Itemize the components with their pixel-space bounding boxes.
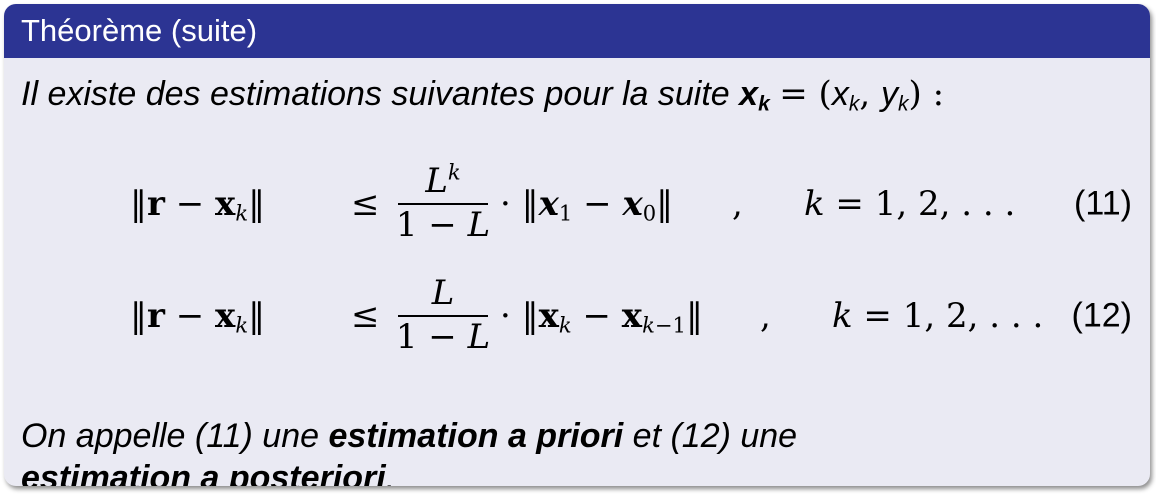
eq11-lhs: ‖r − xk‖ [130,184,266,226]
eq11-relation: ≤ [351,184,380,224]
sequence-vector: xk [739,75,770,116]
equation-12: ‖r − xk‖ ≤ L 1 − L · ‖xk − xk−1‖ , k = 1… [4,266,1150,366]
eq12-condition: k = 1, 2, . . . [832,296,1044,336]
eq12-separator: , [760,296,771,336]
intro-text: Il existe des estimations suivantes pour… [21,75,730,113]
apriori-term: estimation a priori [328,417,624,455]
eq12-relation: ≤ [351,296,380,336]
eq12-number: (12) [1071,296,1132,335]
theorem-block: Théorème (suite) Il existe des estimatio… [4,4,1150,486]
intro-eq: = ( [779,74,832,114]
closing-text-2: et (12) une [632,417,798,455]
closing-end: . [385,459,396,486]
block-title: Théorème (suite) [4,4,1150,58]
eq11-fraction: Lk 1 − L [395,159,491,245]
closing-text-1: On appelle (11) une [21,417,320,455]
equation-11: ‖r − xk‖ ≤ Lk 1 − L · ‖x1 − x0‖ , k = 1,… [4,154,1150,254]
intro-y: yk [880,75,909,116]
eq11-rhs: · ‖x1 − x0‖ [500,184,674,226]
aposteriori-term: estimation a posteriori [21,459,386,486]
intro-sentence: Il existe des estimations suivantes pour… [21,74,945,116]
eq12-rhs: · ‖xk − xk−1‖ [500,296,703,338]
eq11-separator: , [732,184,743,224]
intro-tail: ) : [908,74,945,114]
closing-paragraph: On appelle (11) une estimation a priori … [21,415,797,486]
intro-x: xk [831,75,860,116]
eq11-condition: k = 1, 2, . . . [804,184,1016,224]
eq12-lhs: ‖r − xk‖ [130,296,266,338]
eq11-number: (11) [1074,184,1132,223]
eq12-fraction: L 1 − L [395,273,491,357]
